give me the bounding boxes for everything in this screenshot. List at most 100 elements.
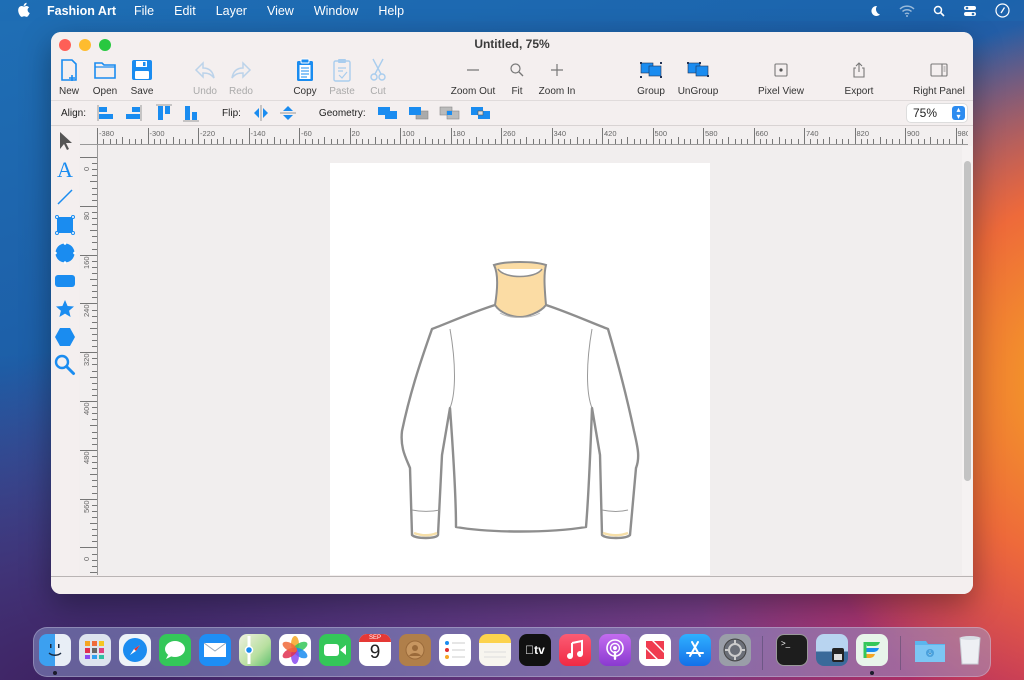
ruler-tick (734, 139, 736, 144)
ruler-tick (92, 468, 97, 470)
siri-icon[interactable] (995, 3, 1010, 18)
dock-safari[interactable] (119, 634, 151, 666)
flip-vertical-icon[interactable] (278, 103, 298, 123)
zoom-in-button[interactable]: Zoom In (527, 56, 587, 97)
dock-notes[interactable] (479, 634, 511, 666)
rounded-rectangle-tool[interactable] (51, 269, 79, 297)
dock-preview[interactable] (816, 634, 848, 666)
apple-menu-icon[interactable] (17, 2, 33, 20)
right-panel-button[interactable]: Right Panel (909, 56, 969, 97)
menu-view[interactable]: View (267, 4, 294, 18)
dock-calendar[interactable]: SEP 9 (359, 634, 391, 666)
pixel-view-button[interactable]: Pixel View (751, 56, 811, 97)
dock-app-store[interactable] (679, 634, 711, 666)
ruler-tick (671, 139, 673, 144)
ruler-tick (620, 139, 622, 144)
dock-podcasts[interactable] (599, 634, 631, 666)
ruler-tick (92, 340, 97, 341)
text-tool[interactable]: A (51, 157, 79, 185)
moon-icon[interactable] (869, 5, 881, 17)
rounded-rectangle-icon (54, 273, 76, 294)
cut-button[interactable]: Cut (348, 56, 408, 97)
scrollbar-thumb[interactable] (964, 161, 971, 481)
dock-mail[interactable] (199, 634, 231, 666)
align-right-icon[interactable] (123, 103, 143, 123)
ruler-tick (646, 139, 648, 144)
ruler-tick (92, 163, 97, 165)
dock-photos[interactable] (279, 634, 311, 666)
dock-messages[interactable] (159, 634, 191, 666)
wifi-icon[interactable] (899, 4, 915, 17)
star-tool[interactable] (51, 297, 79, 325)
pointer-tool[interactable] (51, 129, 79, 157)
menu-help[interactable]: Help (378, 4, 404, 18)
align-top-icon[interactable] (154, 103, 174, 123)
dock-tv[interactable]: tv (519, 634, 551, 666)
ungroup-button[interactable]: UnGroup (668, 56, 728, 97)
redo-icon (211, 56, 271, 84)
vertical-scrollbar[interactable] (962, 146, 972, 575)
dock-music[interactable] (559, 634, 591, 666)
menu-layer[interactable]: Layer (216, 4, 247, 18)
dock-facetime[interactable] (319, 634, 351, 666)
ruler-label: 420 (604, 129, 617, 138)
ruler-tick (387, 139, 389, 144)
magnifier-tool[interactable] (51, 353, 79, 381)
geometry-union-icon[interactable] (376, 103, 400, 123)
dock-maps[interactable] (239, 634, 271, 666)
ruler-tick (92, 431, 97, 433)
dock-fashion-art[interactable] (856, 634, 888, 666)
dock-downloads[interactable] (914, 634, 946, 666)
geometry-intersect-icon[interactable] (438, 103, 462, 123)
hexagon-tool[interactable] (51, 325, 79, 353)
export-button[interactable]: Export (829, 56, 889, 97)
align-bottom-icon[interactable] (181, 103, 201, 123)
menu-window[interactable]: Window (314, 4, 358, 18)
dock-terminal[interactable]: >_ (776, 634, 808, 666)
ruler-tick (122, 137, 124, 144)
ruler-tick (740, 139, 742, 144)
save-button[interactable]: Save (112, 56, 172, 97)
geometry-subtract-icon[interactable] (407, 103, 431, 123)
rectangle-tool[interactable] (51, 213, 79, 241)
sweater-drawing[interactable] (330, 163, 710, 575)
dock-trash[interactable] (954, 634, 986, 666)
drawing-canvas[interactable] (99, 146, 963, 575)
menu-app-name[interactable]: Fashion Art (47, 4, 116, 18)
ruler-tick (583, 139, 585, 144)
ruler-tick (92, 364, 97, 366)
ruler-tick (153, 139, 155, 144)
stepper-icon[interactable]: ▴ ▾ (952, 106, 965, 121)
ruler-tick (92, 541, 97, 543)
redo-button[interactable]: Redo (211, 56, 271, 97)
ruler-tick (90, 571, 97, 573)
ruler-tick (92, 480, 97, 482)
dock-reminders[interactable] (439, 634, 471, 666)
ruler-tick (92, 413, 97, 415)
ruler-tick (80, 449, 97, 451)
ruler-tick (905, 128, 906, 144)
line-tool[interactable] (51, 185, 79, 213)
search-icon[interactable] (933, 5, 945, 17)
dock-separator (762, 636, 763, 670)
ruler-tick (400, 128, 401, 144)
artboard-page[interactable] (330, 163, 710, 575)
dock-launchpad[interactable] (79, 634, 111, 666)
menu-edit[interactable]: Edit (174, 4, 196, 18)
menu-file[interactable]: File (134, 4, 154, 18)
ruler-tick (267, 139, 269, 144)
ruler-tick (92, 394, 97, 396)
dock-contacts[interactable] (399, 634, 431, 666)
dock-news[interactable] (639, 634, 671, 666)
align-left-icon[interactable] (96, 103, 116, 123)
zoom-select[interactable]: 75% ▴ ▾ (907, 104, 967, 122)
dock-finder[interactable] (39, 634, 71, 666)
circle-tool[interactable] (51, 241, 79, 269)
ruler-label: -220 (200, 129, 216, 138)
geometry-exclude-icon[interactable] (469, 103, 493, 123)
flip-horizontal-icon[interactable] (251, 103, 271, 123)
ruler-tick (92, 504, 97, 506)
dock-system-preferences[interactable] (719, 634, 751, 666)
control-center-icon[interactable] (963, 5, 977, 17)
ruler-tick (829, 137, 831, 144)
